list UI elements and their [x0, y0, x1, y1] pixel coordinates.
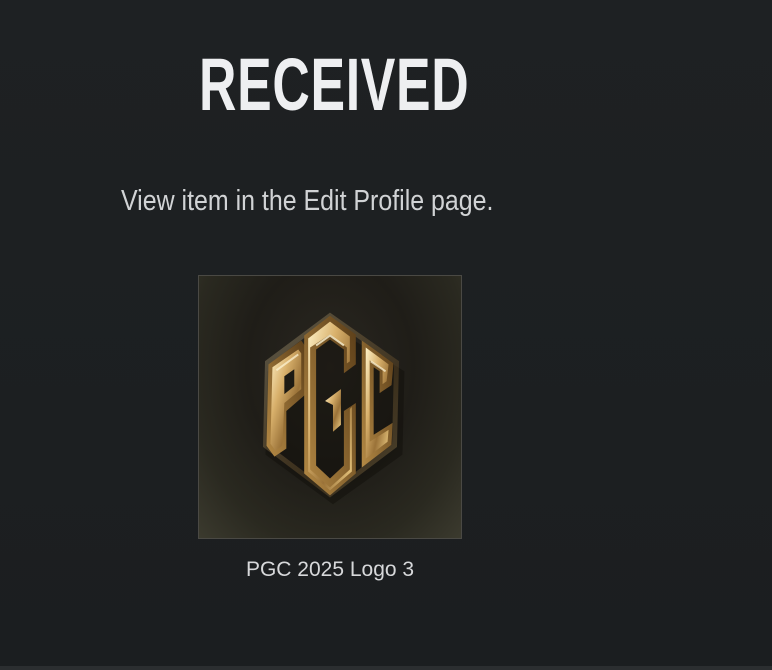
dialog-message: View item in the Edit Profile page.: [121, 185, 494, 217]
reward-item-name: PGC 2025 Logo 3: [245, 558, 415, 581]
pgc-logo-icon: [262, 312, 405, 505]
reward-item-card[interactable]: [198, 275, 462, 539]
dialog-title: RECEIVED: [199, 43, 470, 126]
bottom-divider: [0, 666, 772, 670]
reward-received-screen: RECEIVED View item in the Edit Profile p…: [0, 0, 772, 670]
